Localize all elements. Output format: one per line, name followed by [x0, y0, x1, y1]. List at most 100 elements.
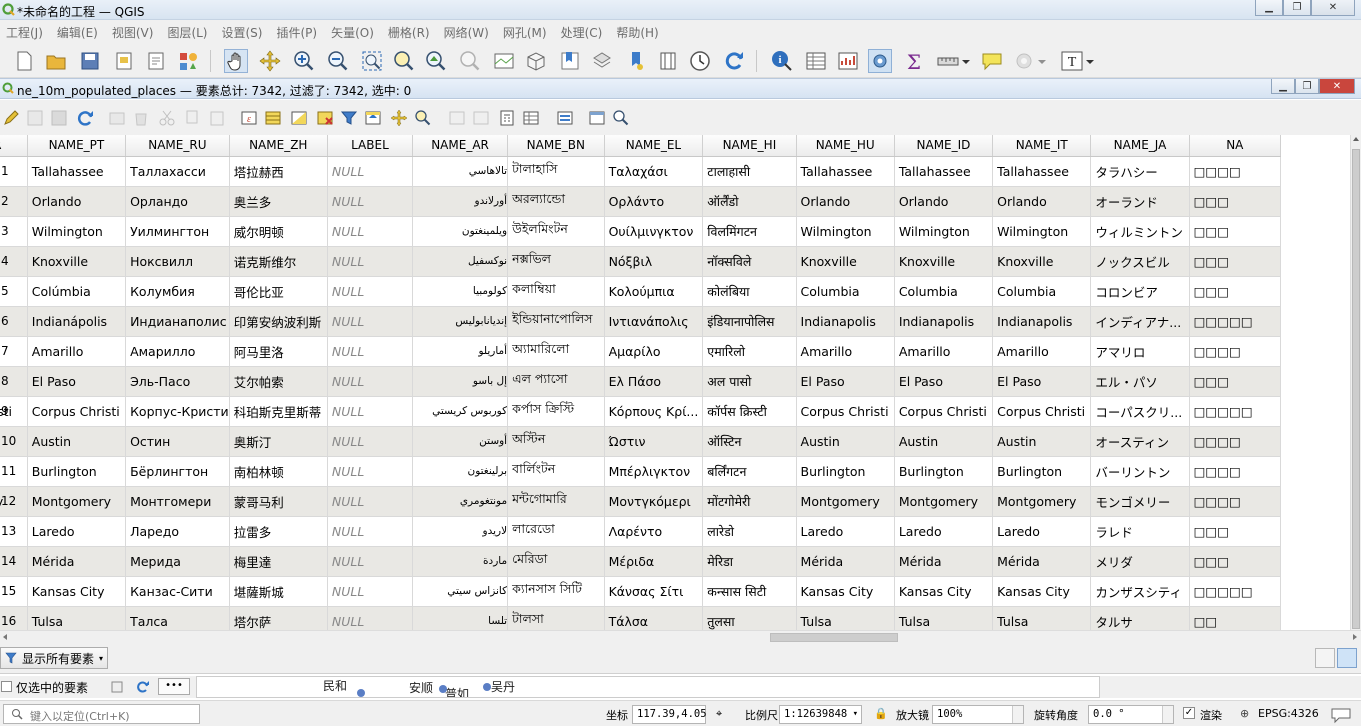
table-cell[interactable]: टालाहासी: [702, 156, 797, 187]
new-field-icon[interactable]: [448, 109, 466, 127]
crs-button[interactable]: EPSG:4326: [1258, 707, 1319, 720]
table-cell[interactable]: メリダ: [1090, 546, 1190, 577]
row-number[interactable]: 6: [0, 306, 32, 336]
menu-vector[interactable]: 矢量(O): [331, 24, 374, 41]
column-header-name-zh[interactable]: NAME_ZH: [229, 135, 328, 157]
row-number[interactable]: 13: [0, 516, 32, 546]
table-cell[interactable]: Laredo: [894, 516, 994, 547]
table-cell[interactable]: बर्लिंगटन: [702, 456, 797, 487]
table-cell[interactable]: Wilmington: [796, 216, 895, 247]
table-row[interactable]: LaredoLaredoЛаредо拉雷多NULLلاريدوলারেডোΛαρ…: [0, 516, 1282, 547]
table-cell[interactable]: Tulsa: [796, 606, 895, 630]
table-cell[interactable]: Κόρπους Κρί...: [604, 396, 704, 427]
table-cell[interactable]: 奥斯汀: [229, 426, 328, 457]
open-attribute-table-icon[interactable]: [804, 49, 828, 73]
table-cell[interactable]: Amarillo: [992, 336, 1092, 367]
table-cell[interactable]: Wilmington: [27, 216, 127, 247]
table-cell[interactable]: كانزاس سيتي: [412, 576, 509, 607]
table-cell[interactable]: Μπέρλιγκτον: [604, 456, 704, 487]
select-all-icon[interactable]: [264, 109, 282, 127]
table-cell[interactable]: تلسا: [412, 606, 509, 630]
toggle-editing-icon[interactable]: [2, 109, 20, 127]
table-cell[interactable]: Κάνσας Σίτι: [604, 576, 704, 607]
horizontal-scroll-thumb[interactable]: [770, 633, 898, 642]
table-cell[interactable]: モンゴメリー: [1090, 486, 1190, 517]
table-cell[interactable]: মেরিডা: [507, 546, 605, 577]
table-cell[interactable]: ইন্ডিয়ানাপোলিস: [507, 306, 605, 337]
conditional-formatting-icon[interactable]: [522, 109, 540, 127]
table-cell[interactable]: Corpus Christi: [796, 396, 895, 427]
table-cell[interactable]: كولومبيا: [412, 276, 509, 307]
table-cell[interactable]: Монтгомери: [125, 486, 230, 517]
table-cell[interactable]: Indianapolis: [992, 306, 1092, 337]
table-cell[interactable]: 威尔明顿: [229, 216, 328, 247]
minimize-button[interactable]: ▁: [1255, 0, 1283, 16]
table-cell[interactable]: NULL: [327, 486, 413, 517]
annotation-tool-icon[interactable]: [980, 49, 1004, 73]
table-cell[interactable]: Kansas City: [894, 576, 994, 607]
identify-features-icon[interactable]: i: [770, 49, 794, 73]
table-cell[interactable]: NULL: [327, 276, 413, 307]
table-cell[interactable]: অরল্যান্ডো: [507, 186, 605, 217]
column-header-name-bn[interactable]: NAME_BN: [507, 135, 605, 157]
table-cell[interactable]: Ιντιανάπολις: [604, 306, 704, 337]
table-cell[interactable]: アマリロ: [1090, 336, 1190, 367]
maximize-button[interactable]: ❐: [1283, 0, 1311, 16]
table-cell[interactable]: Orlando: [894, 186, 994, 217]
table-cell[interactable]: Montgomery: [894, 486, 994, 517]
measure-dropdown-icon[interactable]: [960, 49, 972, 73]
text-annotation-dropdown-icon[interactable]: [1084, 49, 1096, 73]
table-cell[interactable]: अल पासो: [702, 366, 797, 397]
table-cell[interactable]: Indianapolis: [796, 306, 895, 337]
table-cell[interactable]: □□□: [1189, 276, 1282, 307]
map-tips-gear-icon[interactable]: [1012, 49, 1036, 73]
table-cell[interactable]: Эль-Пасо: [125, 366, 230, 397]
table-cell[interactable]: Бёрлингтон: [125, 456, 230, 487]
table-cell[interactable]: Austin: [992, 426, 1092, 457]
table-cell[interactable]: Мерида: [125, 546, 230, 577]
table-cell[interactable]: Knoxville: [992, 246, 1092, 277]
table-cell[interactable]: NULL: [327, 336, 413, 367]
table-cell[interactable]: Orlando: [796, 186, 895, 217]
attr-maximize-button[interactable]: ❐: [1295, 79, 1319, 94]
table-cell[interactable]: Amarillo: [894, 336, 994, 367]
table-cell[interactable]: 拉雷多: [229, 516, 328, 547]
table-cell[interactable]: NULL: [327, 246, 413, 277]
table-cell[interactable]: Corpus Christi: [27, 396, 127, 427]
scroll-left-arrow-icon[interactable]: [3, 634, 7, 640]
table-cell[interactable]: □□□□: [1189, 456, 1282, 487]
table-cell[interactable]: Κολούμπια: [604, 276, 704, 307]
column-header-name-ru[interactable]: NAME_RU: [125, 135, 230, 157]
move-selection-to-top-icon[interactable]: [364, 109, 382, 127]
temporal-controller-icon[interactable]: [688, 49, 712, 73]
table-cell[interactable]: كوربوس كريستي: [412, 396, 509, 427]
table-cell[interactable]: मेरिडा: [702, 546, 797, 577]
table-cell[interactable]: □□□□: [1189, 336, 1282, 367]
mouse-coord-toggle-icon[interactable]: ⌖: [716, 707, 722, 721]
new-map-view-icon[interactable]: [492, 49, 516, 73]
menu-help[interactable]: 帮助(H): [616, 24, 658, 41]
table-cell[interactable]: विलमिंगटन: [702, 216, 797, 247]
row-number[interactable]: 10: [0, 426, 32, 456]
table-cell[interactable]: Орландо: [125, 186, 230, 217]
row-number[interactable]: 14: [0, 546, 32, 576]
new-project-icon[interactable]: [12, 49, 36, 73]
table-cell[interactable]: Mérida: [796, 546, 895, 577]
table-cell[interactable]: □□□: [1189, 366, 1282, 397]
table-row[interactable]: Columbia ColúmbiaКолумбия哥伦比亚NULLكولومبيا…: [0, 276, 1282, 307]
table-cell[interactable]: El Paso: [992, 366, 1092, 397]
table-cell[interactable]: 印第安纳波利斯: [229, 306, 328, 337]
table-row[interactable]: OrlandoOrlandoОрландо奥兰多NULLأورلاندوঅরল্…: [0, 186, 1282, 217]
table-cell[interactable]: ऑस्टिन: [702, 426, 797, 457]
menu-raster[interactable]: 栅格(R): [388, 24, 430, 41]
table-cell[interactable]: エル・パソ: [1090, 366, 1190, 397]
table-cell[interactable]: Indianapolis: [894, 306, 994, 337]
magnifier-spin-buttons[interactable]: [1012, 706, 1023, 723]
column-header-na[interactable]: NA: [1189, 135, 1282, 157]
row-number[interactable]: 12: [0, 486, 32, 516]
table-cell[interactable]: إنديانابوليس: [412, 306, 509, 337]
show-bookmarks-icon[interactable]: [590, 49, 614, 73]
table-cell[interactable]: Austin: [796, 426, 895, 457]
new-3d-map-view-icon[interactable]: [524, 49, 548, 73]
table-cell[interactable]: 奥兰多: [229, 186, 328, 217]
